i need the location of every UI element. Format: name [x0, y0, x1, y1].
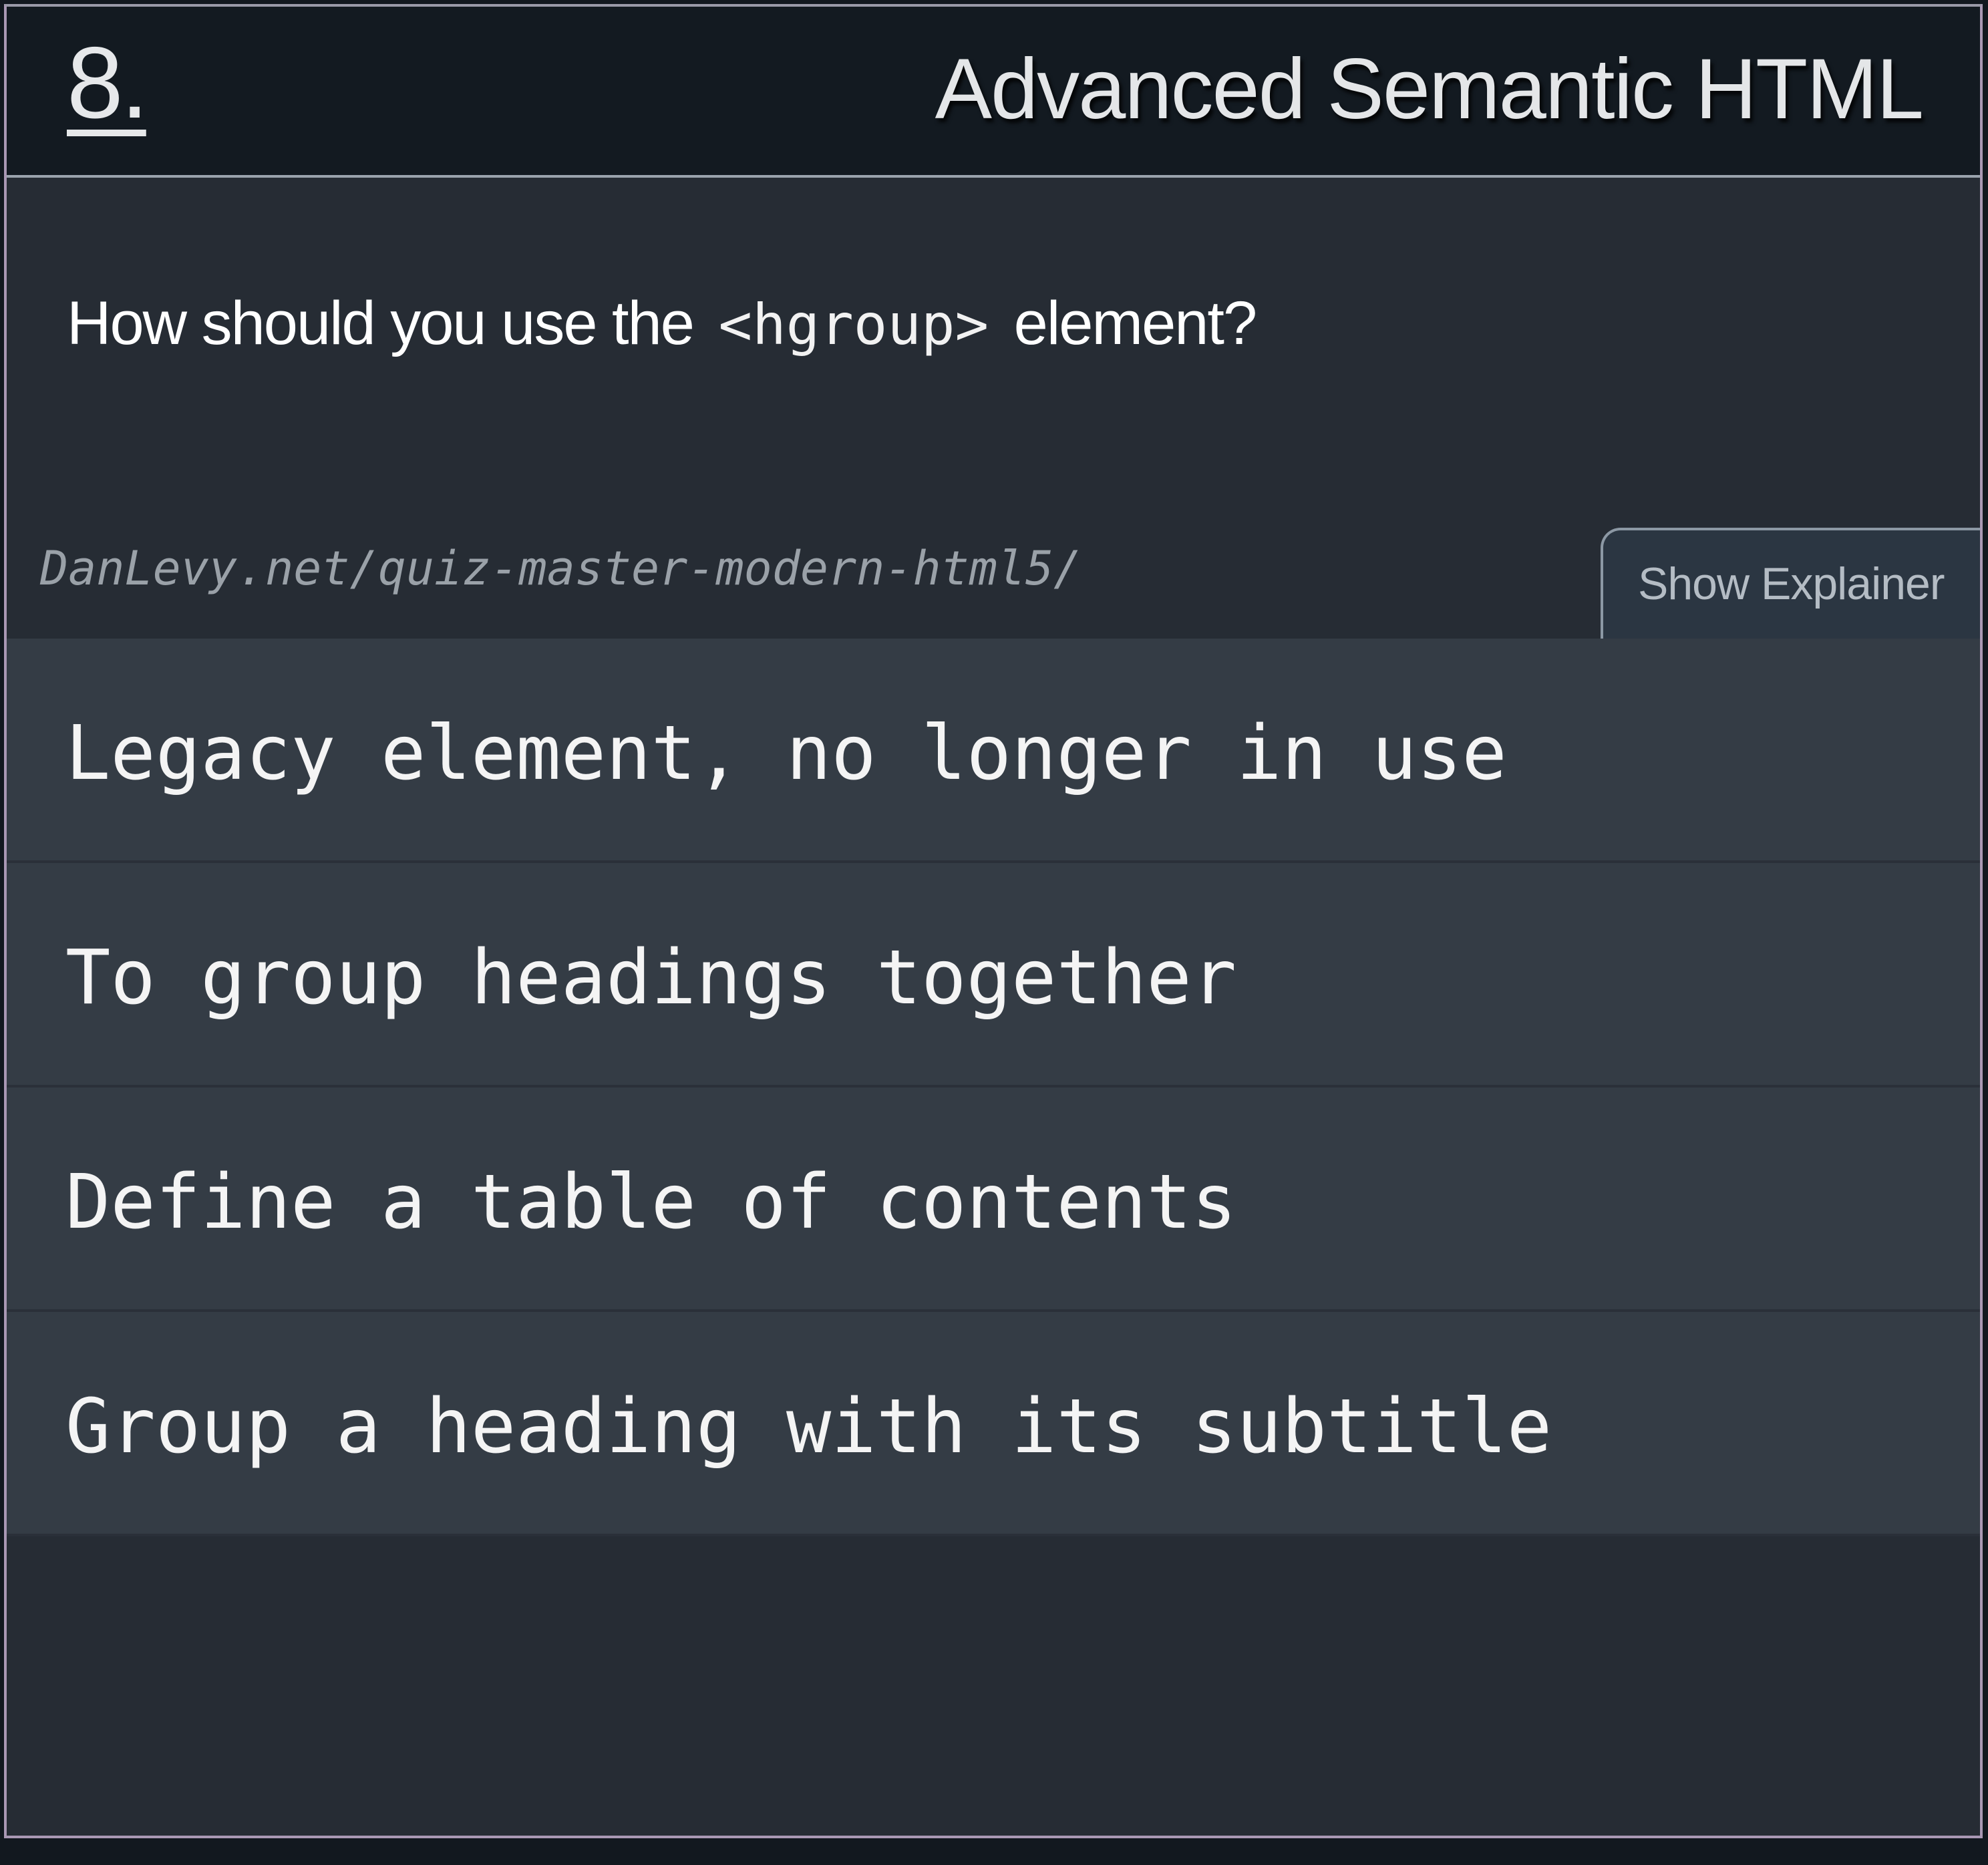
- quiz-title: Advanced Semantic HTML: [935, 41, 1924, 137]
- question-number: 8.: [67, 26, 149, 140]
- question-text: How should you use the <hgroup> element?: [67, 292, 1257, 357]
- answer-option-3[interactable]: Define a table of contents: [7, 1087, 1980, 1312]
- answer-option-label: Group a heading with its subtitle: [65, 1383, 1552, 1470]
- source-link[interactable]: DanLevy.net/quiz-master-modern-html5/: [40, 545, 1082, 592]
- question-code: <hgroup>: [718, 292, 989, 357]
- answer-option-2[interactable]: To group headings together: [7, 863, 1980, 1087]
- answer-options: Legacy element, no longer in use To grou…: [7, 639, 1980, 1536]
- quiz-card: 8. Advanced Semantic HTML How should you…: [4, 4, 1983, 1838]
- question-text-before: How should you use the: [67, 289, 695, 357]
- answer-option-label: To group headings together: [65, 935, 1237, 1021]
- answer-option-label: Define a table of contents: [65, 1159, 1237, 1246]
- answer-option-label: Legacy element, no longer in use: [65, 710, 1507, 797]
- bottom-bar: [0, 1838, 1988, 1865]
- question-text-after: element?: [1013, 289, 1257, 357]
- answer-option-4[interactable]: Group a heading with its subtitle: [7, 1312, 1980, 1536]
- quiz-header: 8. Advanced Semantic HTML: [7, 7, 1980, 178]
- show-explainer-button[interactable]: Show Explainer: [1601, 528, 1980, 648]
- show-explainer-label: Show Explainer: [1638, 558, 1945, 609]
- answer-option-1[interactable]: Legacy element, no longer in use: [7, 639, 1980, 863]
